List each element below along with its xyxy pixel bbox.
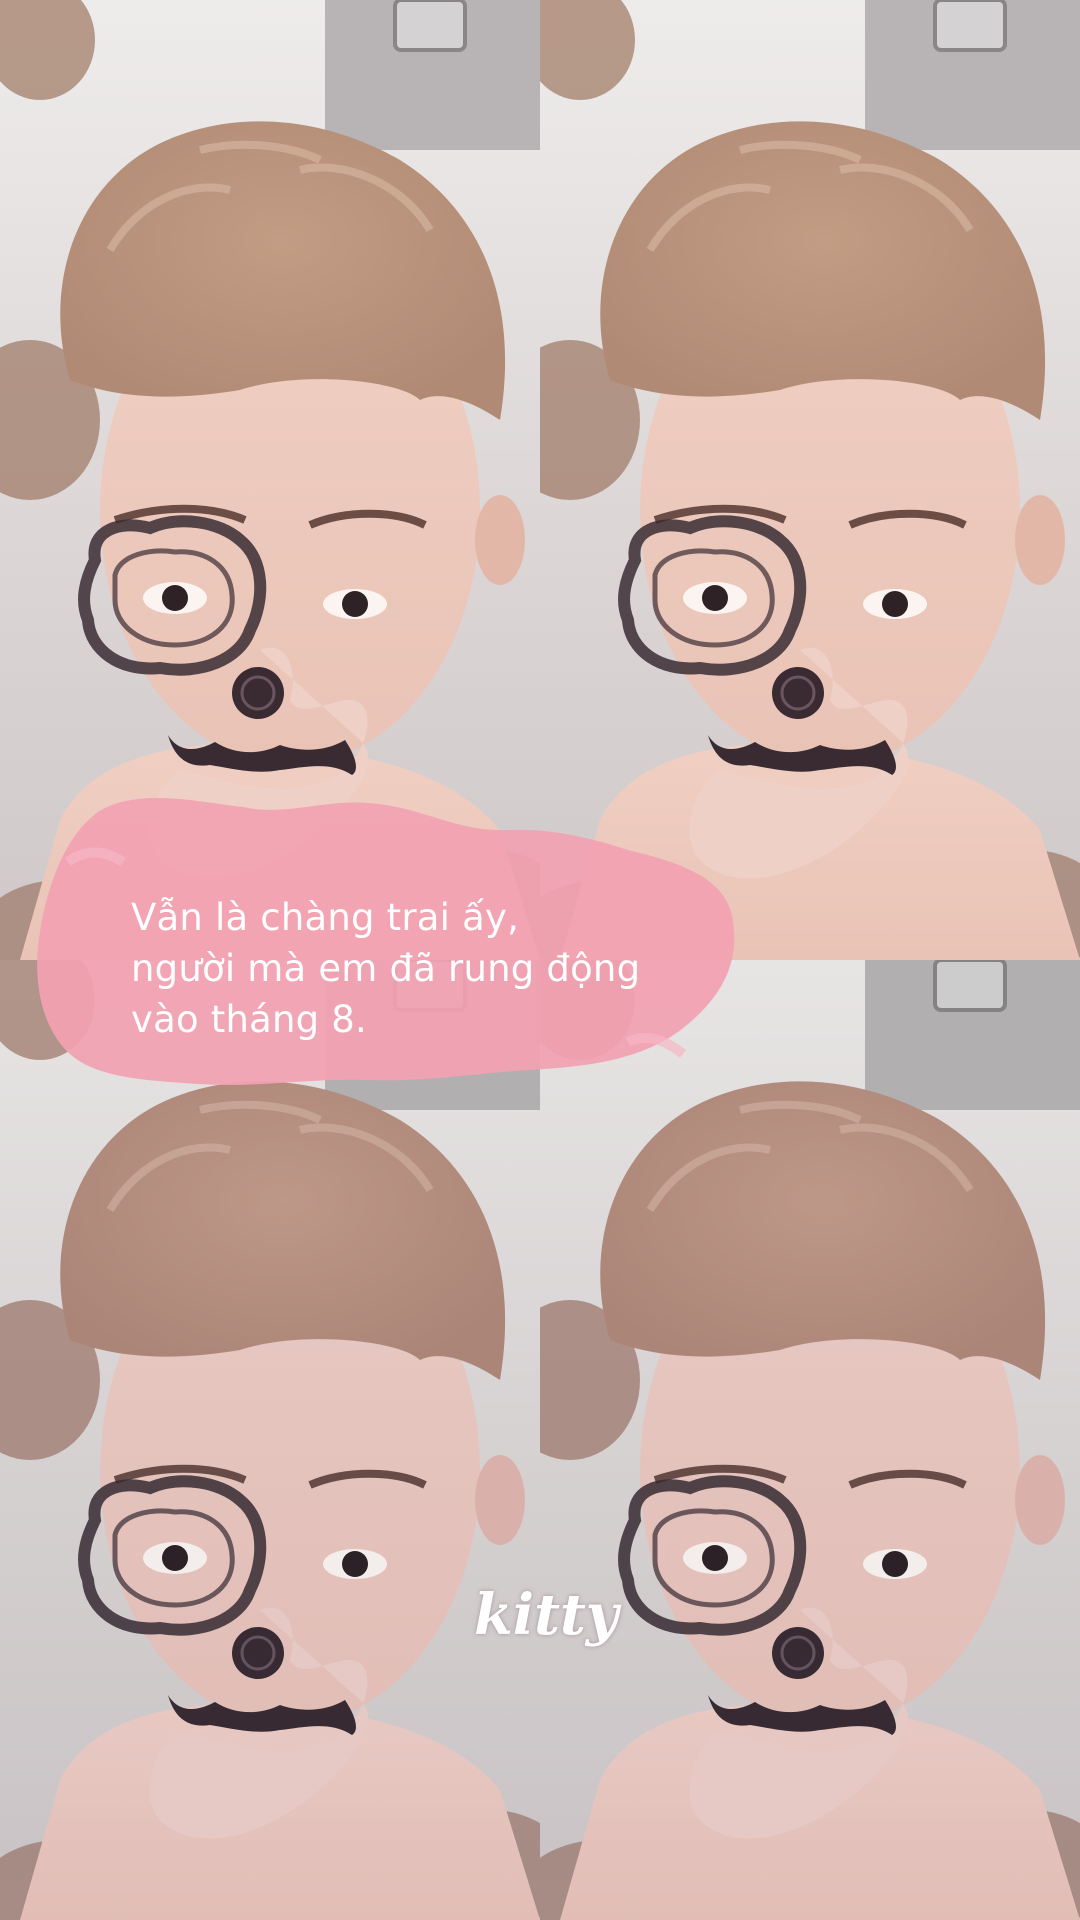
caption-bubble: Vẫn là chàng trai ấy, người mà em đã run… [28, 792, 748, 1092]
caption-line-2: người mà em đã rung động [131, 947, 641, 990]
caption-text: Vẫn là chàng trai ấy, người mà em đã run… [131, 892, 640, 1045]
caption-line-1: Vẫn là chàng trai ấy, [131, 896, 520, 939]
caption-line-3: vào tháng 8. [131, 998, 367, 1041]
photo-tile-bottom-right [540, 960, 1080, 1920]
watermark-kitty: kitty [474, 1582, 619, 1648]
photo-tile-bottom-left [0, 960, 540, 1920]
